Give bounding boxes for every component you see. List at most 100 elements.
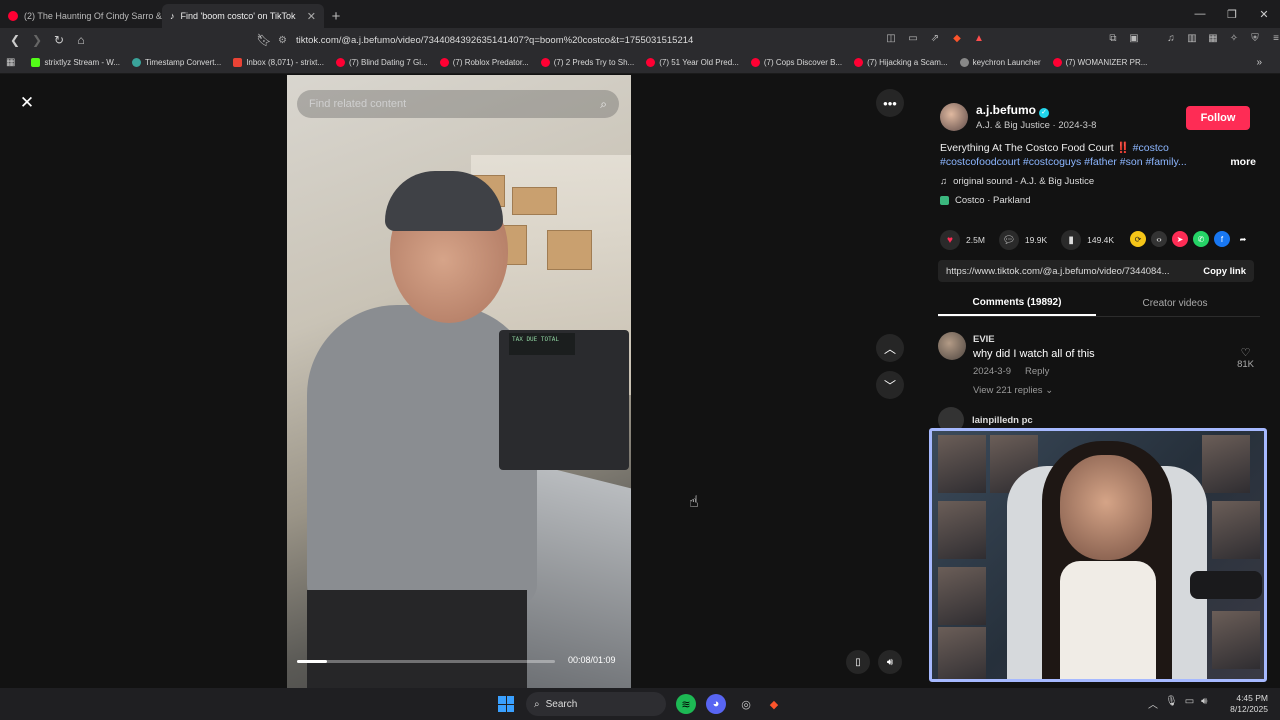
next-video-icon[interactable]: ﹀ [876, 371, 904, 399]
location-info[interactable]: Costco · Parkland [940, 195, 1031, 206]
tab-creator-videos[interactable]: Creator videos [1096, 291, 1254, 316]
media-icon[interactable]: ♫ [1164, 31, 1178, 45]
bookmark-item[interactable]: (7) Blind Dating 7 Gi... [330, 58, 434, 67]
maximize-icon[interactable]: ❐ [1216, 0, 1248, 28]
tab-title: Find 'boom costco' on TikTok [180, 11, 296, 21]
hashtag-links[interactable]: #costcofoodcourt #costcoguys #father #so… [940, 156, 1187, 168]
brave-shields-icon[interactable]: ◆ [950, 31, 964, 45]
save-action[interactable]: ▮ 149.4K [1061, 230, 1114, 250]
bookmark-item[interactable]: (7) Cops Discover B... [745, 58, 848, 67]
tab-search-icon[interactable]: ▦ [1206, 31, 1220, 45]
previous-video-icon[interactable]: ︿ [876, 334, 904, 362]
comment-icon[interactable]: 💬︎ [998, 230, 1019, 250]
leo-icon[interactable]: ✧ [1227, 31, 1241, 45]
apps-icon[interactable]: ▦ [6, 57, 15, 68]
bookmark-icon[interactable]: ▮ [1061, 230, 1082, 250]
close-icon[interactable]: ✕ [14, 90, 40, 116]
bookmark-item[interactable]: Inbox (8,071) - strixt... [227, 58, 330, 67]
extensions-icon[interactable]: ⧉ [1106, 31, 1120, 45]
copy-link-button[interactable]: Copy link [1193, 266, 1246, 277]
related-search-input[interactable]: Find related content ⌕ [297, 90, 619, 118]
network-icon[interactable]: ▭ [1185, 696, 1194, 711]
bookmarks-overflow-icon[interactable]: » [1256, 57, 1262, 68]
more-options-icon[interactable]: ••• [876, 89, 904, 117]
bookmark-item[interactable]: Timestamp Convert... [126, 58, 227, 67]
search-icon[interactable]: ⌕ [600, 97, 607, 112]
taskbar-clock[interactable]: 4:45 PM 8/12/2025 [1222, 693, 1268, 715]
bookmark-item[interactable]: strixtlyz Stream - W... [25, 58, 126, 67]
follow-button[interactable]: Follow [1186, 106, 1250, 130]
home-icon[interactable]: ⌂ [71, 30, 91, 50]
cam-bg-tile [938, 627, 986, 679]
share-arrow-icon[interactable]: ➦ [1235, 231, 1251, 247]
menu-icon[interactable]: ≡ [1269, 31, 1280, 45]
minimize-icon[interactable]: — [1184, 0, 1216, 28]
cast-icon[interactable]: ▭ [906, 31, 920, 45]
reply-button[interactable]: Reply [1025, 366, 1049, 377]
hashtag-link[interactable]: #costco [1133, 142, 1169, 154]
video-scene-shorts [307, 590, 527, 688]
spotify-icon[interactable]: ≋ [676, 694, 696, 714]
bookmark-item[interactable]: (7) 2 Preds Try to Sh... [535, 58, 640, 67]
brave-rewards-icon[interactable]: ▲ [972, 31, 986, 45]
bookmark-item[interactable]: (7) Hijacking a Scam... [848, 58, 953, 67]
microphone-tray-icon[interactable]: 🎙︎ [1165, 696, 1178, 711]
discord-icon[interactable]: ◕ [706, 694, 726, 714]
bookmark-item[interactable]: (7) WOMANIZER PR... [1047, 58, 1154, 67]
comment-author[interactable]: lainpilledn pc [972, 415, 1033, 426]
comment-action[interactable]: 💬︎ 19.9K [998, 230, 1047, 250]
description-text: Everything At The Costco Food Court ‼️ [940, 142, 1130, 154]
avatar[interactable] [940, 103, 968, 131]
vpn-icon[interactable]: ⛨ [1248, 31, 1262, 45]
repost-icon[interactable]: ⟳ [1130, 231, 1146, 247]
new-tab-button[interactable]: + [324, 4, 348, 28]
video-link-box[interactable]: https://www.tiktok.com/@a.j.befumo/video… [938, 260, 1254, 282]
comment-like[interactable]: ♡ 81K [1237, 346, 1254, 370]
reload-icon[interactable]: ↻ [49, 30, 69, 50]
volume-icon[interactable]: 🔊︎ [878, 650, 902, 674]
more-link[interactable]: more [1230, 155, 1256, 169]
browser-tab-youtube[interactable]: (2) The Haunting Of Cindy Sarro & Th [0, 4, 162, 28]
browser-tab-tiktok[interactable]: ♪ Find 'boom costco' on TikTok ✕ [162, 4, 324, 28]
like-count: 2.5M [966, 235, 985, 245]
address-bar-icons: ◫ ▭ ⇗ ◆ ▲ [884, 31, 986, 45]
video-scene-box [512, 187, 557, 215]
tab-comments[interactable]: Comments (19892) [938, 291, 1096, 316]
bookmark-item[interactable]: keychron Launcher [954, 58, 1047, 67]
heart-outline-icon[interactable]: ♡ [1237, 346, 1254, 359]
taskbar-search[interactable]: ⌕ Search [526, 692, 666, 716]
bookmark-item[interactable]: (7) 51 Year Old Pred... [640, 58, 745, 67]
chevron-up-icon[interactable]: ︿ [1148, 696, 1158, 711]
comment-author[interactable]: EVIE [973, 334, 1095, 345]
wallet-icon[interactable]: ▣ [1127, 31, 1141, 45]
close-tab-icon[interactable]: ✕ [307, 10, 316, 23]
avatar[interactable] [938, 332, 966, 360]
brave-browser-icon[interactable]: ◆ [764, 694, 784, 714]
bookmark-page-icon[interactable]: 🔖︎ [254, 30, 274, 50]
heart-icon[interactable]: ♥ [940, 230, 960, 250]
author-username[interactable]: a.j.befumo [976, 103, 1036, 117]
embed-icon[interactable]: ‹› [1151, 231, 1167, 247]
cam-bg-tile [938, 501, 986, 559]
author-info[interactable]: a.j.befumo ✓ A.J. & Big Justice · 2024-3-… [940, 103, 1096, 131]
video-progress-bar[interactable] [297, 660, 555, 663]
site-info-icon[interactable]: ⚙ [278, 35, 287, 46]
app-icon[interactable]: ◎ [736, 694, 756, 714]
send-icon[interactable]: ➤ [1172, 231, 1188, 247]
sound-info[interactable]: ♫ original sound - A.J. & Big Justice [940, 176, 1094, 187]
reader-icon[interactable]: ◫ [884, 31, 898, 45]
miniplayer-icon[interactable]: ▯ [846, 650, 870, 674]
close-window-icon[interactable]: ✕ [1248, 0, 1280, 28]
video-player[interactable]: TAX DUE TOTAL [287, 75, 631, 688]
windows-start-icon[interactable] [498, 696, 514, 712]
bookmark-item[interactable]: (7) Roblox Predator... [434, 58, 535, 67]
view-replies-link[interactable]: View 221 replies ⌄ [973, 385, 1095, 396]
forward-icon[interactable]: ❯ [27, 30, 47, 50]
volume-tray-icon[interactable]: 🔊︎ [1201, 696, 1207, 711]
facebook-icon[interactable]: f [1214, 231, 1230, 247]
share-icon[interactable]: ⇗ [928, 31, 942, 45]
back-icon[interactable]: ❮ [5, 30, 25, 50]
like-action[interactable]: ♥ 2.5M [940, 230, 985, 250]
whatsapp-icon[interactable]: ✆ [1193, 231, 1209, 247]
sidebar-icon[interactable]: ▥ [1185, 31, 1199, 45]
